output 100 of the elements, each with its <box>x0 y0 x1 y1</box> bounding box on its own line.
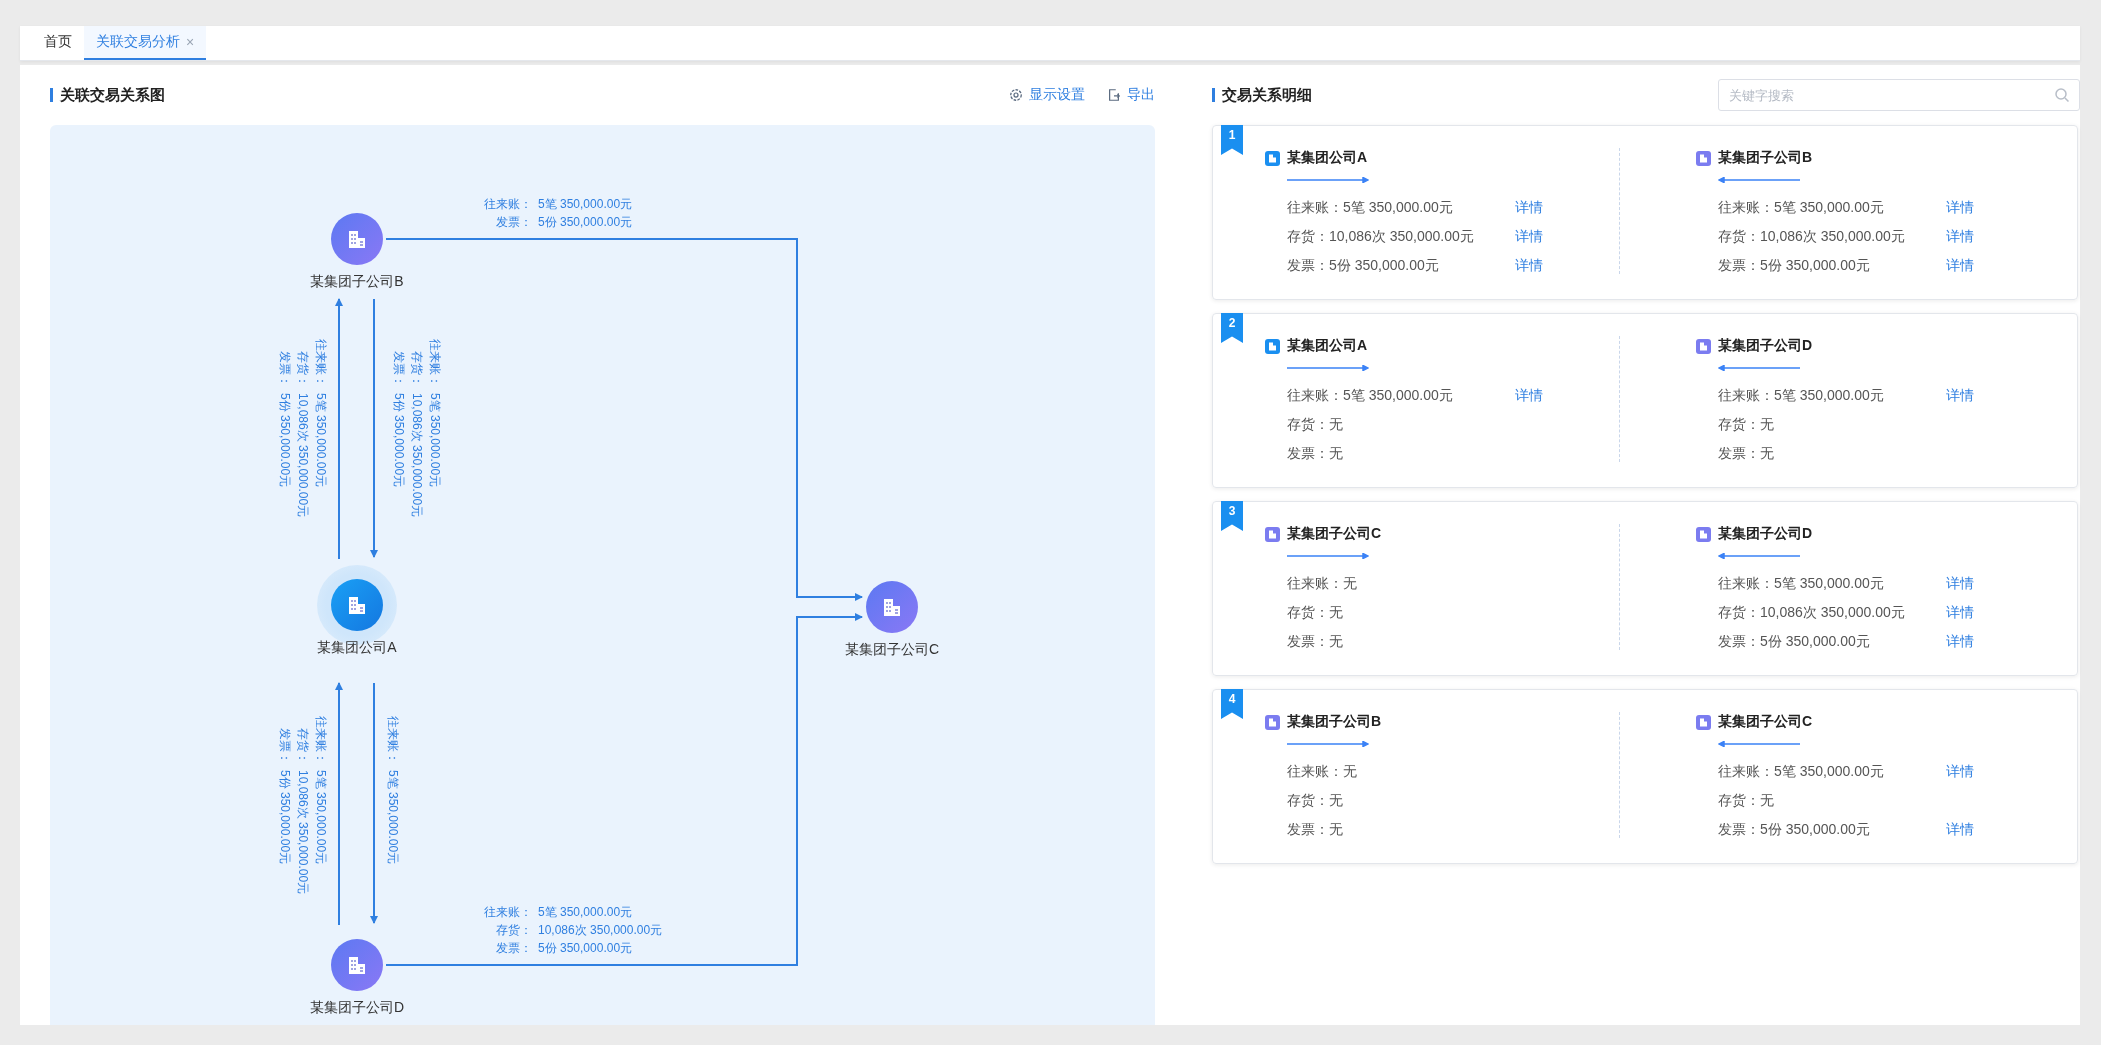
transaction-summary: 发票：无 <box>1287 444 1344 463</box>
index-badge: 3 <box>1221 501 1243 531</box>
transaction-amount: 5份 350,000.00元 <box>538 940 634 957</box>
company-name: 某集团子公司B <box>1287 713 1382 731</box>
index-badge: 4 <box>1221 689 1243 719</box>
details-link[interactable]: 详情 <box>1946 762 1974 781</box>
transaction-amount: 10,086次 350,000.00元 <box>295 393 311 518</box>
toolbar-button[interactable]: 导出 <box>1107 86 1155 104</box>
node-label: 某集团公司A <box>316 639 398 657</box>
transaction-amount: 5笔 350,000.00元 <box>427 393 443 490</box>
transaction-type: 发票： <box>495 940 532 957</box>
building-icon <box>1696 338 1711 354</box>
tab[interactable]: 首页 <box>32 26 84 60</box>
transaction-summary: 发票：无 <box>1718 444 1775 463</box>
section-title: 交易关系明细 <box>1212 88 1312 102</box>
transaction-amount: 5笔 350,000.00元 <box>538 196 633 213</box>
transaction-type: 发票： <box>391 350 407 387</box>
company-name: 某集团子公司C <box>1718 713 1813 731</box>
search-field[interactable]: 关键字搜索 <box>1718 79 2080 111</box>
company-node[interactable] <box>331 939 383 991</box>
transaction-type: 存货： <box>495 922 532 939</box>
transaction-amount: 5份 350,000.00元 <box>538 214 633 231</box>
transaction-type: 往来账： <box>313 715 329 764</box>
transaction-summary: 存货：无 <box>1287 791 1344 810</box>
company-name: 某集团子公司D <box>1718 337 1813 355</box>
transaction-type: 发票： <box>495 214 532 231</box>
building-icon <box>1265 338 1280 354</box>
transaction-summary: 存货：无 <box>1287 415 1344 434</box>
transaction-type: 往来账： <box>313 338 329 387</box>
transaction-type: 发票： <box>277 727 293 764</box>
transaction-summary: 往来账：5笔 350,000.00元 <box>1287 198 1454 217</box>
building-icon <box>1265 526 1280 542</box>
transaction-summary: 存货：10,086次 350,000.00元 <box>1718 603 1906 622</box>
transaction-type: 往来账： <box>385 715 401 764</box>
details-link[interactable]: 详情 <box>1515 386 1543 405</box>
toolbar-button[interactable]: 显示设置 <box>1009 86 1085 104</box>
tab[interactable]: 关联交易分析 × <box>84 26 207 60</box>
transaction-type: 往来账： <box>427 338 443 387</box>
export-icon <box>1107 88 1121 102</box>
transaction-summary: 往来账：5笔 350,000.00元 <box>1718 386 1885 405</box>
transaction-amount: 10,086次 350,000.00元 <box>409 393 425 518</box>
company-node[interactable] <box>331 579 383 631</box>
transaction-type: 往来账： <box>483 904 532 921</box>
transaction-summary: 发票：无 <box>1287 632 1344 651</box>
transaction-amount: 10,086次 350,000.00元 <box>295 770 311 895</box>
transaction-summary: 存货：10,086次 350,000.00元 <box>1287 227 1475 246</box>
details-link[interactable]: 详情 <box>1946 603 1974 622</box>
transaction-summary: 发票：5份 350,000.00元 <box>1718 820 1871 839</box>
building-icon <box>346 954 368 976</box>
transaction-summary: 往来账：5笔 350,000.00元 <box>1287 386 1454 405</box>
close-icon[interactable]: × <box>186 34 195 50</box>
node-label: 某集团子公司D <box>308 999 406 1017</box>
transaction-amount: 5笔 350,000.00元 <box>538 904 634 921</box>
transaction-type: 存货： <box>409 350 425 387</box>
details-link[interactable]: 详情 <box>1946 386 1974 405</box>
details-link[interactable]: 详情 <box>1515 227 1543 246</box>
building-icon <box>1696 526 1711 542</box>
details-link[interactable]: 详情 <box>1946 198 1974 217</box>
building-icon <box>1265 714 1280 730</box>
building-icon <box>881 596 903 618</box>
index-badge: 2 <box>1221 313 1243 343</box>
transaction-type: 存货： <box>295 727 311 764</box>
transaction-amount: 5笔 350,000.00元 <box>385 770 401 865</box>
transaction-summary: 往来账：5笔 350,000.00元 <box>1718 198 1885 217</box>
details-link[interactable]: 详情 <box>1946 632 1974 651</box>
transaction-amount: 5份 350,000.00元 <box>277 770 293 867</box>
company-name: 某集团公司A <box>1287 337 1368 355</box>
company-node[interactable] <box>331 213 383 265</box>
transaction-summary: 存货：无 <box>1287 603 1344 622</box>
node-label: 某集团子公司C <box>843 641 941 659</box>
details-link[interactable]: 详情 <box>1515 198 1543 217</box>
search-icon <box>2054 87 2070 103</box>
details-link[interactable]: 详情 <box>1946 227 1974 246</box>
transaction-type: 存货： <box>295 350 311 387</box>
transaction-amount: 10,086次 350,000.00元 <box>538 922 663 939</box>
transaction-summary: 存货：无 <box>1718 415 1775 434</box>
company-name: 某集团子公司B <box>1718 149 1813 167</box>
transaction-amount: 5份 350,000.00元 <box>391 393 407 490</box>
transaction-summary: 往来账：5笔 350,000.00元 <box>1718 574 1885 593</box>
building-icon <box>1696 714 1711 730</box>
section-title: 关联交易关系图 <box>50 88 165 102</box>
transaction-summary: 往来账：5笔 350,000.00元 <box>1718 762 1885 781</box>
transaction-type: 往来账： <box>483 196 532 213</box>
building-icon <box>1696 150 1711 166</box>
details-link[interactable]: 详情 <box>1946 256 1974 275</box>
node-label: 某集团子公司B <box>309 273 405 291</box>
details-link[interactable]: 详情 <box>1515 256 1543 275</box>
settings-icon <box>1009 88 1023 102</box>
transaction-summary: 发票：5份 350,000.00元 <box>1718 256 1871 275</box>
transaction-summary: 存货：无 <box>1718 791 1775 810</box>
transaction-summary: 发票：5份 350,000.00元 <box>1718 632 1871 651</box>
transaction-amount: 5笔 350,000.00元 <box>313 393 329 490</box>
company-node[interactable] <box>866 581 918 633</box>
details-link[interactable]: 详情 <box>1946 820 1974 839</box>
building-icon <box>346 228 368 250</box>
transaction-summary: 往来账：无 <box>1287 574 1358 593</box>
details-link[interactable]: 详情 <box>1946 574 1974 593</box>
transaction-summary: 往来账：无 <box>1287 762 1358 781</box>
company-name: 某集团子公司D <box>1718 525 1813 543</box>
transaction-type: 发票： <box>277 350 293 387</box>
